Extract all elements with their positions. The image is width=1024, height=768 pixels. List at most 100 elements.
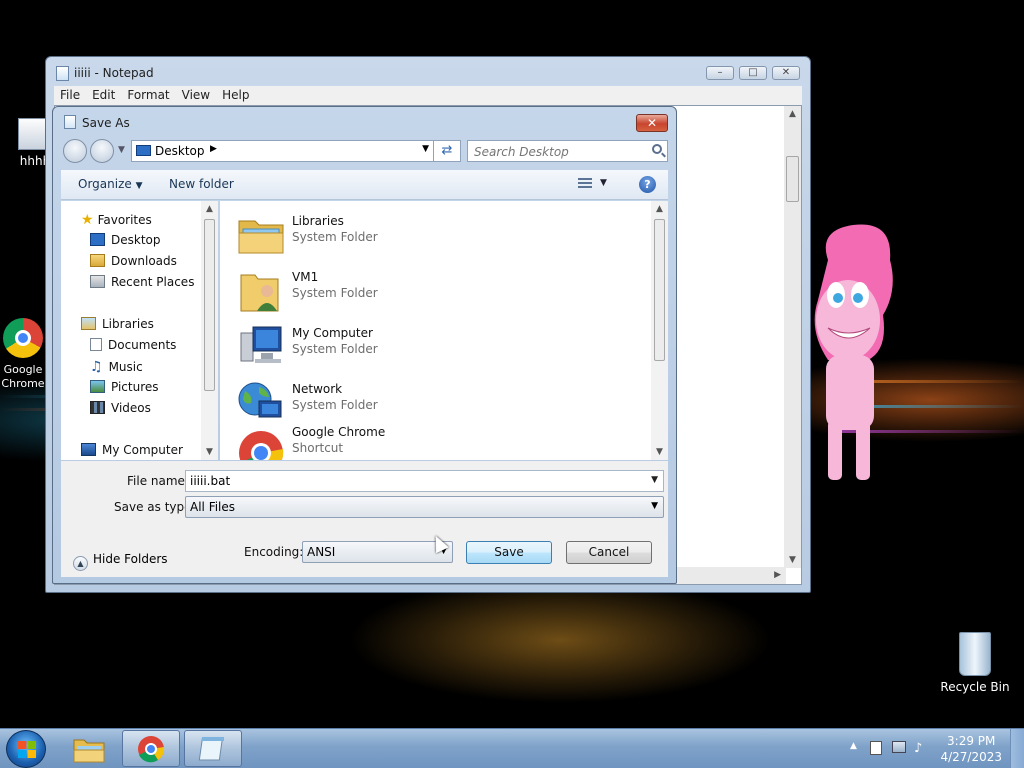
encoding-value: ANSI: [307, 545, 336, 559]
scroll-down-icon[interactable]: ▼: [789, 555, 796, 565]
menu-view[interactable]: View: [176, 86, 216, 104]
volume-muted-icon[interactable]: ♪: [914, 741, 922, 756]
action-center-flag-icon[interactable]: [870, 741, 882, 755]
save-as-type-value: All Files: [190, 500, 236, 514]
chevron-down-icon[interactable]: ▼: [651, 501, 658, 511]
menu-format[interactable]: Format: [121, 86, 175, 104]
show-desktop-button[interactable]: [1010, 729, 1024, 768]
vertical-scrollbar[interactable]: ▲ ▼: [784, 106, 801, 568]
nav-desktop[interactable]: Desktop: [90, 233, 161, 247]
libraries-icon: [81, 317, 96, 330]
nav-recent-places[interactable]: Recent Places: [90, 275, 194, 289]
list-item-my-computer[interactable]: My Computer System Folder: [237, 321, 617, 371]
list-item-vm1[interactable]: VM1 System Folder: [237, 265, 617, 315]
scroll-up-icon[interactable]: ▲: [656, 204, 663, 214]
nav-label: Videos: [111, 401, 151, 415]
taskbar-chrome[interactable]: [122, 730, 180, 767]
forward-button[interactable]: [90, 139, 114, 163]
network-icon[interactable]: [892, 741, 906, 753]
desktop-icon-chrome[interactable]: Google Chrome: [0, 318, 46, 390]
notepad-icon: [64, 115, 76, 129]
user-folder-icon: [240, 274, 279, 312]
scroll-down-icon[interactable]: ▼: [206, 447, 213, 457]
scroll-up-icon[interactable]: ▲: [789, 109, 796, 119]
change-view-button[interactable]: ▼: [576, 176, 614, 194]
windows-logo-icon: [18, 741, 36, 758]
scroll-up-icon[interactable]: ▲: [206, 204, 213, 214]
save-as-dialog: Save As ✕ ▼ Desktop ▶ ▼ ⇄ Organize ▼ New…: [52, 106, 677, 584]
file-list-scrollbar[interactable]: ▲ ▼: [651, 201, 668, 460]
nav-downloads[interactable]: Downloads: [90, 254, 177, 268]
file-name-input[interactable]: [190, 474, 630, 488]
encoding-select[interactable]: ANSI ▼: [302, 541, 453, 563]
scroll-thumb[interactable]: [654, 219, 665, 361]
explorer-folder-icon: [73, 739, 105, 763]
dialog-title: Save As: [82, 116, 130, 130]
chevron-down-icon: ▼: [600, 178, 607, 188]
close-button[interactable]: ✕: [772, 66, 800, 80]
nav-label: Libraries: [102, 317, 154, 331]
scroll-down-icon[interactable]: ▼: [656, 447, 663, 457]
nav-label: Favorites: [97, 213, 152, 227]
back-button[interactable]: [63, 139, 87, 163]
file-name: Network: [292, 382, 343, 396]
desktop-icon-recycle-bin[interactable]: Recycle Bin: [940, 632, 1010, 694]
dialog-close-button[interactable]: ✕: [636, 114, 668, 132]
desktop-icon-label: Recycle Bin: [940, 680, 1010, 694]
nav-label: Recent Places: [111, 275, 195, 289]
scroll-right-icon[interactable]: ▶: [774, 570, 781, 580]
nav-my-computer[interactable]: My Computer: [81, 443, 183, 457]
libraries-folder-icon: [238, 220, 284, 254]
menu-file[interactable]: File: [54, 86, 86, 104]
breadcrumb-arrow-icon[interactable]: ▶: [210, 144, 217, 154]
recent-locations-chevron-icon[interactable]: ▼: [118, 145, 125, 155]
save-button[interactable]: Save: [466, 541, 552, 564]
nav-documents[interactable]: Documents: [90, 338, 176, 352]
save-as-type-select[interactable]: All Files ▼: [185, 496, 664, 518]
clock[interactable]: 3:29 PM 4/27/2023: [940, 733, 1002, 765]
scroll-thumb[interactable]: [786, 156, 799, 202]
nav-label: Downloads: [111, 254, 177, 268]
search-icon[interactable]: [652, 144, 662, 154]
scroll-thumb[interactable]: [204, 219, 215, 391]
search-box[interactable]: [467, 140, 668, 162]
chevron-down-icon[interactable]: ▼: [651, 475, 658, 485]
minimize-button[interactable]: –: [706, 66, 734, 80]
address-location[interactable]: Desktop: [155, 144, 205, 158]
address-dropdown-icon[interactable]: ▼: [422, 144, 429, 154]
nav-label: Documents: [108, 338, 177, 352]
file-name: Google Chrome: [292, 425, 386, 439]
hide-folders-button[interactable]: ▲ Hide Folders: [73, 552, 168, 571]
organize-button[interactable]: Organize ▼: [78, 177, 143, 191]
cancel-button[interactable]: Cancel: [566, 541, 652, 564]
menu-edit[interactable]: Edit: [86, 86, 121, 104]
file-name-combo[interactable]: ▼: [185, 470, 664, 492]
nav-scrollbar[interactable]: ▲ ▼: [201, 201, 218, 460]
nav-favorites[interactable]: ★ Favorites: [81, 212, 152, 228]
maximize-button[interactable]: □: [739, 66, 767, 80]
view-list-icon: [578, 178, 592, 190]
start-button[interactable]: [6, 730, 46, 768]
system-tray: ▲ ♪ 3:29 PM 4/27/2023: [834, 729, 1024, 768]
list-item-google-chrome[interactable]: Google Chrome Shortcut: [237, 425, 617, 460]
taskbar-explorer[interactable]: [60, 730, 118, 767]
taskbar-notepad[interactable]: [184, 730, 242, 767]
taskbar: ▲ ♪ 3:29 PM 4/27/2023: [0, 728, 1024, 768]
address-bar[interactable]: Desktop ▶ ▼: [131, 140, 434, 162]
list-item-network[interactable]: Network System Folder: [237, 377, 617, 427]
new-folder-button[interactable]: New folder: [169, 177, 234, 191]
nav-pictures[interactable]: Pictures: [90, 380, 159, 394]
nav-music[interactable]: ♫ Music: [90, 359, 143, 375]
nav-videos[interactable]: Videos: [90, 401, 151, 415]
refresh-button[interactable]: ⇄: [434, 140, 461, 162]
desktop-icon-label: Google Chrome: [1, 363, 45, 390]
menu-help[interactable]: Help: [216, 86, 255, 104]
nav-libraries[interactable]: Libraries: [81, 317, 154, 331]
search-input[interactable]: [474, 144, 644, 159]
help-icon[interactable]: ?: [639, 176, 656, 193]
file-type: Shortcut: [292, 441, 344, 455]
list-item-libraries[interactable]: Libraries System Folder: [237, 209, 617, 259]
show-hidden-icons-chevron-icon[interactable]: ▲: [850, 741, 857, 751]
recent-places-icon: [90, 275, 105, 288]
navigation-pane: ★ Favorites Desktop Downloads Recent Plac…: [61, 201, 218, 460]
